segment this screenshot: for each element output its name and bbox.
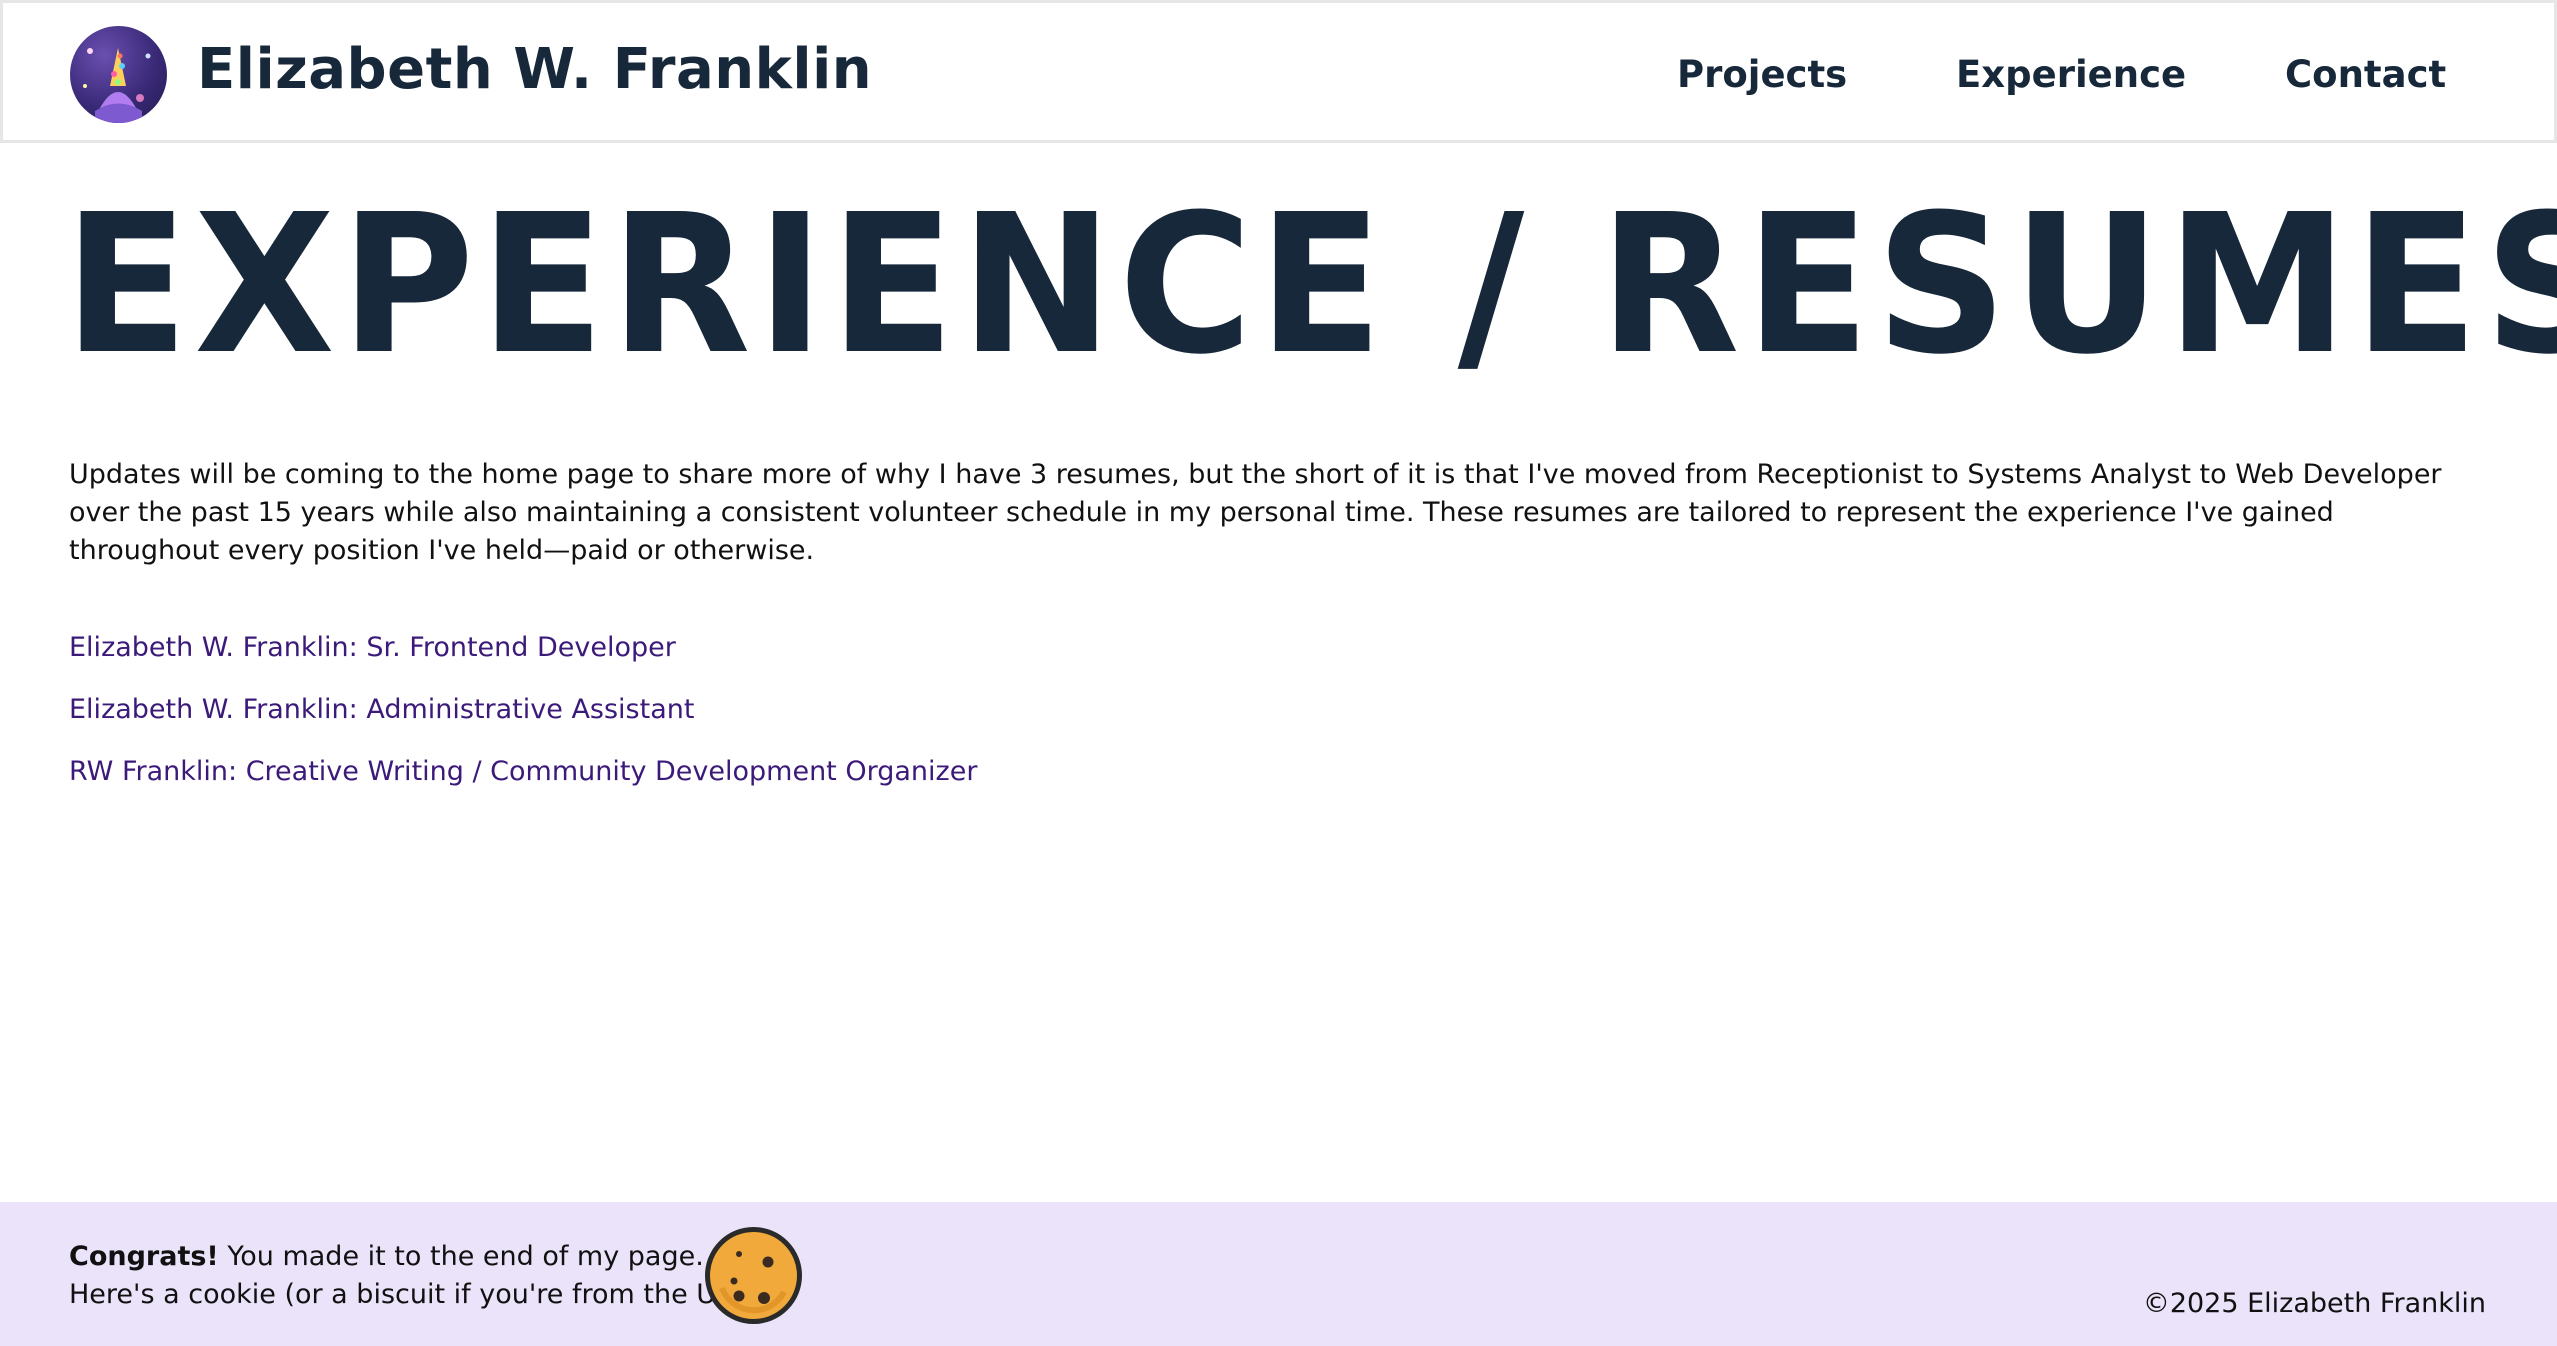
cookie-icon bbox=[704, 1226, 803, 1325]
resume-link-admin[interactable]: Elizabeth W. Franklin: Administrative As… bbox=[69, 694, 694, 725]
cookie-text: Here's a cookie (or a biscuit if you're … bbox=[69, 1279, 756, 1310]
nav-projects[interactable]: Projects bbox=[1677, 53, 1847, 96]
resume-link-frontend[interactable]: Elizabeth W. Franklin: Sr. Frontend Deve… bbox=[69, 632, 676, 663]
page-title: EXPERIENCE / RESUMES bbox=[63, 174, 2557, 397]
congrats-label: Congrats! bbox=[69, 1241, 219, 1272]
nav-experience[interactable]: Experience bbox=[1956, 53, 2186, 96]
footer-message: Congrats! You made it to the end of my p… bbox=[69, 1238, 755, 1314]
intro-paragraph: Updates will be coming to the home page … bbox=[69, 459, 2442, 566]
avatar-icon[interactable] bbox=[70, 26, 167, 123]
congrats-text: You made it to the end of my page. bbox=[218, 1241, 704, 1272]
site-title[interactable]: Elizabeth W. Franklin bbox=[197, 37, 872, 102]
site-footer: Congrats! You made it to the end of my p… bbox=[0, 1202, 2557, 1346]
copyright-text: ©2025 Elizabeth Franklin bbox=[2142, 1288, 2486, 1319]
page: Elizabeth W. Franklin Projects Experienc… bbox=[0, 0, 2557, 1346]
resume-link-creative-writing[interactable]: RW Franklin: Creative Writing / Communit… bbox=[69, 756, 977, 787]
nav-contact[interactable]: Contact bbox=[2285, 53, 2446, 96]
site-header: Elizabeth W. Franklin Projects Experienc… bbox=[0, 0, 2557, 143]
